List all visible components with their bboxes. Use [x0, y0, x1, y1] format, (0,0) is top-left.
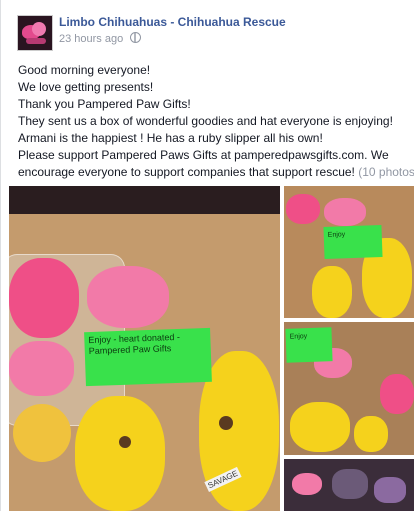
photo-grid: Enjoy - heart donated - Pampered Paw Gif…: [9, 186, 414, 511]
photo-toy: [324, 198, 366, 226]
post-line: Thank you Pampered Paw Gifts!: [18, 97, 191, 111]
post-header: Limbo Chihuahuas - Chihuahua Rescue 23 h…: [13, 12, 407, 52]
avatar-art: [32, 22, 46, 36]
photo-thumb[interactable]: [284, 459, 414, 511]
photo-toy: [380, 374, 414, 414]
photo-toy: [9, 258, 79, 338]
photo-toy: [75, 396, 165, 511]
post-line: Please support Pampered Paws Gifts at pa…: [18, 148, 389, 162]
photo-toy: [9, 341, 74, 396]
photo-toy: [354, 416, 388, 452]
photo-note: Enjoy: [323, 224, 383, 260]
avatar-art: [26, 38, 46, 44]
photo-thumb[interactable]: Enjoy: [284, 322, 414, 455]
photo-toy: [87, 266, 169, 328]
photo-thumb[interactable]: Enjoy: [284, 186, 414, 318]
photo-toy: [13, 404, 71, 462]
photo-toy: [286, 194, 320, 224]
photo-toy: [290, 402, 350, 452]
photo-main[interactable]: Enjoy - heart donated - Pampered Paw Gif…: [9, 186, 280, 511]
photo-background: [9, 186, 280, 216]
page-name-link[interactable]: Limbo Chihuahuas - Chihuahua Rescue: [59, 15, 286, 29]
post-line: Armani is the happiest ! He has a ruby s…: [18, 131, 323, 145]
photo-toy: [374, 477, 406, 503]
post-line-last: encourage everyone to support companies …: [18, 164, 414, 181]
photo-toy: [119, 436, 131, 448]
post-meta: 23 hours ago: [59, 32, 142, 45]
post-line: encourage everyone to support companies …: [18, 165, 355, 179]
post-card: Limbo Chihuahuas - Chihuahua Rescue 23 h…: [0, 0, 414, 511]
globe-icon[interactable]: [130, 32, 142, 43]
post-timestamp[interactable]: 23 hours ago: [59, 33, 123, 45]
photo-toy: [332, 469, 368, 499]
photo-count-link[interactable]: (10 photos): [358, 165, 414, 179]
photo-note: Enjoy: [285, 327, 333, 363]
post-line: We love getting presents!: [18, 80, 154, 94]
post-line: Good morning everyone!: [18, 63, 151, 77]
photo-toy: [219, 416, 233, 430]
page-avatar[interactable]: [17, 15, 53, 51]
photo-toy: [312, 266, 352, 318]
photo-note: Enjoy - heart donated - Pampered Paw Gif…: [84, 327, 212, 387]
post-line: They sent us a box of wonderful goodies …: [18, 114, 393, 128]
photo-toy: [292, 473, 322, 495]
post-text: Good morning everyone! We love getting p…: [18, 62, 414, 181]
